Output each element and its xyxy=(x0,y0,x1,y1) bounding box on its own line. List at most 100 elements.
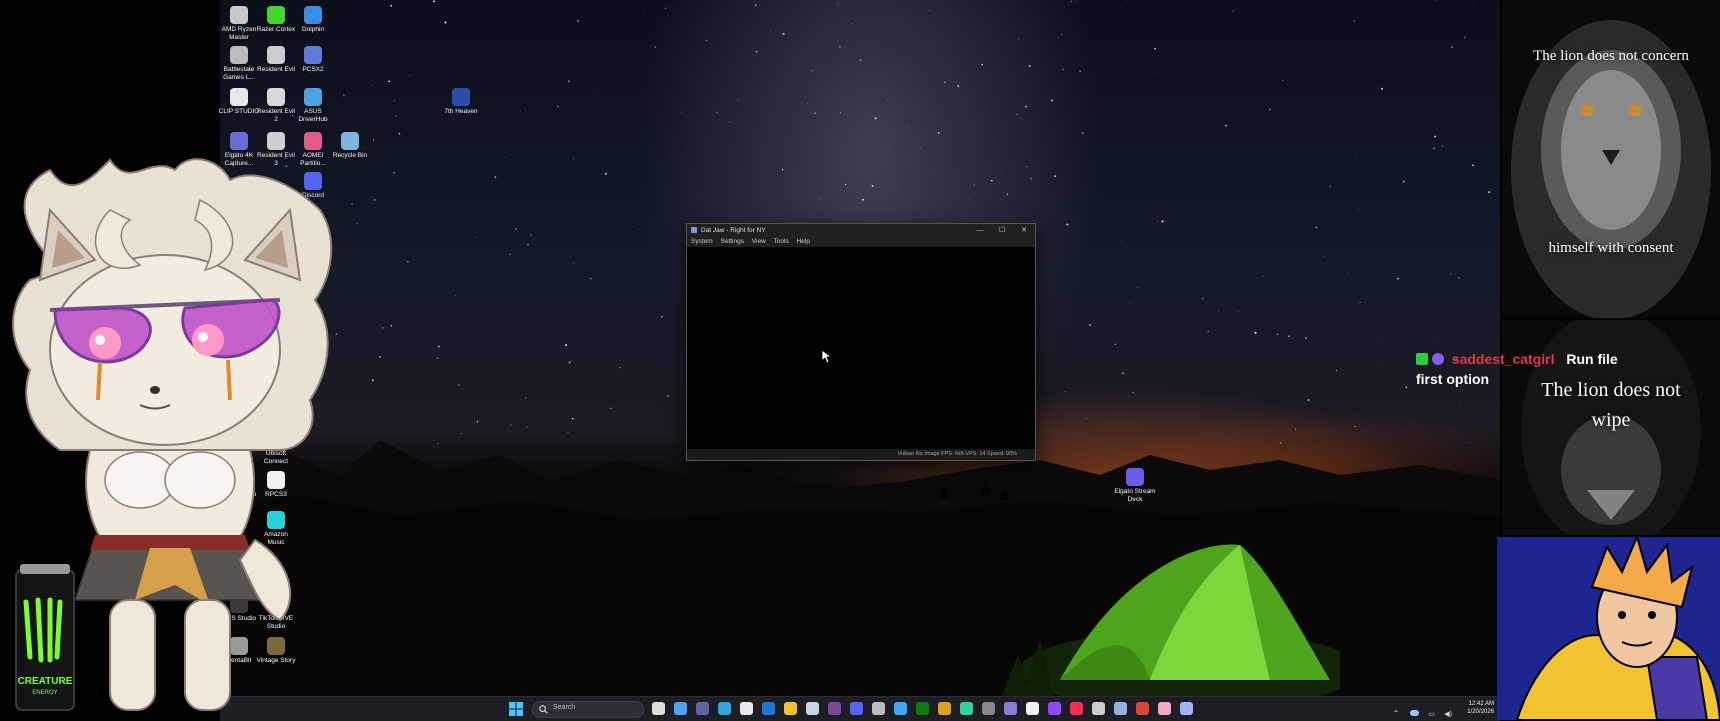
star xyxy=(1381,88,1383,90)
steam-2-icon[interactable] xyxy=(1114,702,1127,715)
windows-start-icon[interactable] xyxy=(509,702,523,716)
desktop-icon[interactable]: Razer Cortex xyxy=(255,6,297,34)
star xyxy=(390,5,392,7)
clip-studio-icon[interactable] xyxy=(960,702,973,715)
star xyxy=(1115,344,1116,345)
star xyxy=(639,229,640,230)
photos-icon[interactable] xyxy=(894,702,907,715)
file-explorer-icon[interactable] xyxy=(784,702,797,715)
star xyxy=(839,46,840,47)
discord-icon[interactable] xyxy=(850,702,863,715)
desktop-icon[interactable]: PCSX2 xyxy=(292,46,334,74)
outlook-icon[interactable] xyxy=(762,702,775,715)
teams-icon[interactable] xyxy=(696,702,709,715)
emulator-window[interactable]: Dat Jaw - Right for NY — ☐ ✕ System Sett… xyxy=(686,223,1036,461)
emulator-display[interactable] xyxy=(687,247,1035,449)
desktop-icon[interactable]: 7th Heaven xyxy=(440,88,482,116)
app-icon xyxy=(691,227,697,233)
menu-settings[interactable]: Settings xyxy=(720,238,744,245)
desktop-icon[interactable]: AMD Ryzen Master xyxy=(218,6,260,42)
star xyxy=(1079,70,1080,71)
star xyxy=(1315,226,1317,228)
system-clock[interactable]: 12:42 AM 1/20/2026 xyxy=(1467,700,1494,716)
desktop-icon[interactable]: Resident Evil xyxy=(255,46,297,74)
star xyxy=(1436,340,1437,341)
menu-tools[interactable]: Tools xyxy=(773,238,788,245)
desktop-icon-label: ASUS DriverHub xyxy=(298,108,327,123)
star xyxy=(1027,166,1028,167)
desktop-icon[interactable]: Dolphin xyxy=(292,6,334,34)
desktop-icon[interactable]: Battlestate Games L... xyxy=(218,46,260,82)
window-titlebar[interactable]: Dat Jaw - Right for NY — ☐ ✕ xyxy=(687,224,1035,237)
gear-icon[interactable] xyxy=(1180,702,1193,715)
rpcs3-icon[interactable] xyxy=(1092,702,1105,715)
star xyxy=(1450,274,1451,275)
lion-caption-top: The lion does not concern xyxy=(1502,48,1720,65)
chrome-2-icon[interactable] xyxy=(1136,702,1149,715)
desktop-icon-label: Dolphin xyxy=(302,26,324,33)
resident-evil-3-icon xyxy=(267,132,285,150)
star xyxy=(1154,48,1156,50)
star xyxy=(1360,302,1361,303)
star xyxy=(1397,278,1399,280)
star xyxy=(407,261,408,262)
tiktok-icon[interactable] xyxy=(1070,702,1083,715)
star xyxy=(1122,372,1124,374)
network-icon[interactable]: ▭ xyxy=(1428,711,1435,718)
tor-icon[interactable] xyxy=(828,702,841,715)
volume-icon[interactable]: ◀) xyxy=(1444,711,1452,718)
star xyxy=(1054,175,1056,177)
steam-icon[interactable] xyxy=(806,702,819,715)
desktop-icon[interactable]: Resident Evil 2 xyxy=(255,88,297,124)
star xyxy=(1358,209,1359,210)
star xyxy=(458,384,459,385)
star xyxy=(661,316,662,317)
star xyxy=(1488,191,1490,193)
amazon-icon[interactable] xyxy=(1026,702,1039,715)
chevron-up-icon[interactable]: ⌃ xyxy=(1393,709,1400,718)
star xyxy=(1025,106,1027,108)
mod-badge-icon xyxy=(1416,353,1428,365)
minimize-button[interactable]: — xyxy=(969,224,991,237)
taskbar-search[interactable]: Search xyxy=(532,701,644,718)
star xyxy=(1018,38,1019,39)
star xyxy=(852,23,853,24)
chat-text-2: first option xyxy=(1416,369,1716,389)
menu-system[interactable]: System xyxy=(691,238,713,245)
star xyxy=(1442,146,1443,147)
twitch-icon[interactable] xyxy=(1048,702,1061,715)
capture-icon[interactable] xyxy=(982,702,995,715)
menu-view[interactable]: View xyxy=(752,238,766,245)
maximize-button[interactable]: ☐ xyxy=(991,224,1013,237)
star xyxy=(1464,36,1466,38)
star xyxy=(1137,287,1138,288)
onedrive-icon[interactable] xyxy=(1410,710,1419,716)
chrome-icon[interactable] xyxy=(938,702,951,715)
desktop-icon[interactable]: CLIP STUDIO xyxy=(218,88,260,116)
chat-message: saddest_catgirl Run file first option xyxy=(1416,349,1716,389)
desktop-icon-label: Elgato Stream Deck xyxy=(1114,488,1155,503)
star xyxy=(610,408,611,409)
menu-help[interactable]: Help xyxy=(796,238,809,245)
star xyxy=(643,12,644,13)
edge-icon[interactable] xyxy=(718,702,731,715)
paint-icon[interactable] xyxy=(1158,702,1171,715)
star xyxy=(1082,132,1084,134)
desktop-icon[interactable]: Elgato Stream Deck xyxy=(1114,468,1156,504)
desktop-icon-label: Battlestate Games L... xyxy=(223,66,255,81)
task-view-icon[interactable] xyxy=(652,702,665,715)
close-button[interactable]: ✕ xyxy=(1013,224,1035,237)
store-icon[interactable] xyxy=(740,702,753,715)
star xyxy=(782,33,784,35)
obs-icon[interactable] xyxy=(872,702,885,715)
clock-date: 1/20/2026 xyxy=(1467,708,1494,716)
calculator-icon[interactable] xyxy=(1004,702,1017,715)
monster-can-label: CREATURE xyxy=(18,676,73,687)
star xyxy=(1202,298,1203,299)
copilot-icon[interactable] xyxy=(674,702,687,715)
star xyxy=(1066,223,1068,225)
desktop-icon[interactable]: ASUS DriverHub xyxy=(292,88,334,124)
star xyxy=(1472,164,1474,166)
monster-can-sublabel: ENERGY xyxy=(32,690,57,696)
xbox-icon[interactable] xyxy=(916,702,929,715)
